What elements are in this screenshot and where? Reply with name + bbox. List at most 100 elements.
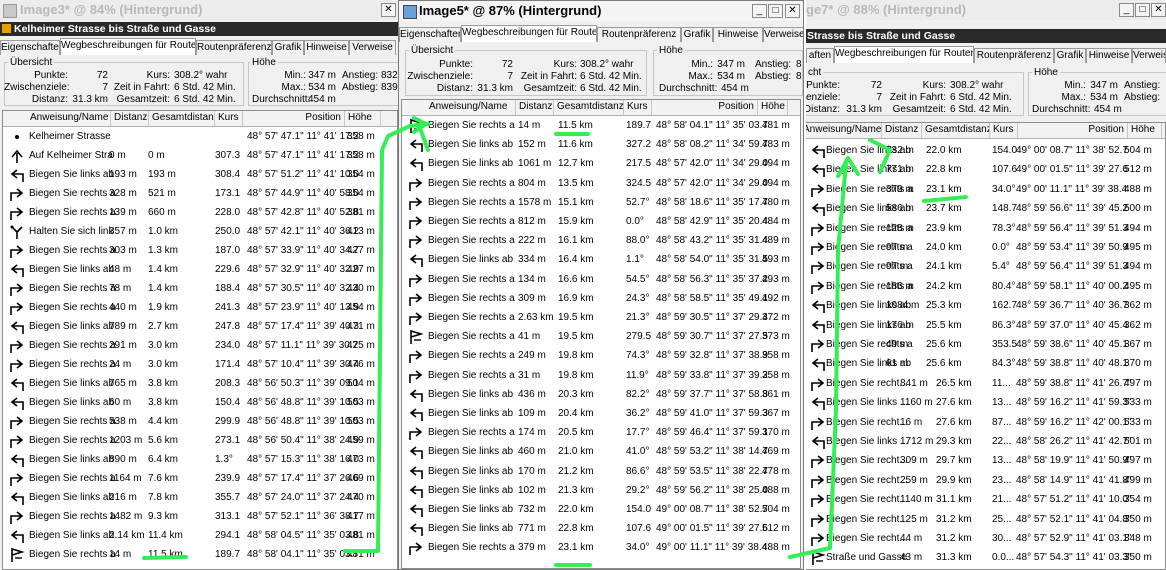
table-row[interactable]: Biegen Sie rechts a 291 m 3.0 km 234.0 48° 5… bbox=[3, 336, 397, 355]
table-row[interactable]: Biegen Sie links ab 60 m 3.8 km 150.4 48° 56… bbox=[3, 393, 397, 412]
tab-wegbeschreibungen[interactable]: Wegbeschreibungen für Routen bbox=[60, 38, 196, 55]
tab-hinweise[interactable]: Hinweise bbox=[1086, 48, 1132, 63]
table-row[interactable]: Biegen Sie rechts a 134 m 16.6 km 54.5° 48° … bbox=[402, 270, 800, 289]
table-row[interactable]: Straße und Gasse 43 m 31.3 km 0.0... 48° 57'… bbox=[806, 548, 1165, 567]
table-row[interactable]: Biegen Sie links ab 765 m 3.8 km 208.3 48° 5… bbox=[3, 374, 397, 393]
table-row[interactable]: Biegen Sie rechts a 14 m 11.5 km 189.7 48° 5… bbox=[3, 545, 397, 564]
table-row[interactable]: Biegen Sie links ab 890 m 6.4 km 1.3° 48° 57… bbox=[3, 450, 397, 469]
table-row[interactable]: Biegen Sie rechts a 41 m 19.5 km 279.5 48° 5… bbox=[402, 327, 800, 346]
table-row[interactable]: Biegen Sie rechts a 309 m 16.9 km 24.3° 48° … bbox=[402, 289, 800, 308]
table-row[interactable]: Biegen Sie rechts a 2.63 km 19.5 km 21.3° 48… bbox=[402, 308, 800, 327]
col-header-name[interactable]: Anweisung/Name bbox=[426, 100, 516, 115]
table-row[interactable]: Biegen Sie rechts a 222 m 16.1 km 88.0° 48° … bbox=[402, 231, 800, 250]
tab-routenpraeferenz[interactable]: Routenpräferenz bbox=[597, 27, 681, 42]
tab-grafik[interactable]: Grafik bbox=[272, 40, 304, 55]
table-row[interactable]: Biegen Sie rechts a 49 m 25.6 km 353.5 48° 5… bbox=[806, 335, 1165, 354]
table-row[interactable]: Biegen Sie links ... 1712 m 29.3 km 22... 48… bbox=[806, 432, 1165, 451]
table-row[interactable]: Biegen Sie rechts a 97 m 24.0 km 0.0° 48° 59… bbox=[806, 238, 1165, 257]
table-row[interactable]: Biegen Sie rechts a 379 m 23.1 km 34.0° 49° … bbox=[402, 538, 800, 557]
col-header-position[interactable]: Position bbox=[652, 100, 758, 115]
table-row[interactable]: Biegen Sie rechts a 440 m 1.9 km 241.3 48° 5… bbox=[3, 298, 397, 317]
table-row[interactable]: Biegen Sie links ab 170 m 21.2 km 86.6° 48° … bbox=[402, 462, 800, 481]
directions-list[interactable]: Anweisung/Name Distanz Gesamtdistanz Kur… bbox=[806, 122, 1166, 570]
table-row[interactable]: Biegen Sie links ab 193 m 193 m 308.4 48° 57… bbox=[3, 165, 397, 184]
col-header-name[interactable]: Anweisung/Name bbox=[806, 123, 882, 138]
close-button[interactable]: ✕ bbox=[1151, 3, 1166, 17]
table-row[interactable]: Biegen Sie links ab 732 m 22.0 km 154.0 49° … bbox=[402, 500, 800, 519]
table-row[interactable]: Biegen Sie links ab 61 m 25.6 km 84.3° 48° 5… bbox=[806, 354, 1165, 373]
table-row[interactable]: Biegen Sie recht... 1140 m 31.1 km 21... 48°… bbox=[806, 490, 1165, 509]
table-row[interactable]: Biegen Sie rechts a 139 m 660 m 228.0 48° 57… bbox=[3, 203, 397, 222]
table-row[interactable]: Biegen Sie recht... 841 m 26.5 km 11... 48° … bbox=[806, 374, 1165, 393]
tab-hinweise[interactable]: Hinweise bbox=[713, 27, 763, 42]
table-row[interactable]: Biegen Sie links ab 102 m 21.3 km 29.2° 48° … bbox=[402, 481, 800, 500]
tab-grafik[interactable]: Grafik bbox=[1054, 48, 1086, 63]
close-button[interactable]: ✕ bbox=[381, 3, 396, 17]
table-row[interactable]: Biegen Sie rechts a 174 m 20.5 km 17.7° 48° … bbox=[402, 423, 800, 442]
tab-eigenschaften[interactable]: Eigenschaften bbox=[399, 27, 461, 42]
table-row[interactable]: Auf Kelheimer Stra 0 m0 m 307.3 48° 57' 47.… bbox=[3, 146, 397, 165]
table-row[interactable]: Biegen Sie recht... 44 m 31.2 km 30... 48° 5… bbox=[806, 529, 1165, 548]
col-header-course[interactable]: Kurs bbox=[215, 111, 243, 126]
table-row[interactable]: Biegen Sie rechts a 249 m 19.8 km 74.3° 48° … bbox=[402, 346, 800, 365]
table-row[interactable]: Biegen Sie links ab 586 m 23.7 km 148.7 48° … bbox=[806, 199, 1165, 218]
table-row[interactable]: Biegen Sie rechts a 128 m 23.9 km 78.3° 48° … bbox=[806, 219, 1165, 238]
table-row[interactable]: Biegen Sie links ab 2.14 km 11.4 km 294.1 48… bbox=[3, 526, 397, 545]
table-row[interactable]: Biegen Sie recht... 259 m 29.9 km 23... 48° … bbox=[806, 471, 1165, 490]
table-row[interactable]: Biegen Sie rechts a 24 m 3.0 km 171.4 48° 57… bbox=[3, 355, 397, 374]
table-row[interactable]: Biegen Sie rechts a 14 m 11.5 km 189.7 48° 5… bbox=[402, 116, 800, 135]
col-header-distance[interactable]: Distanz bbox=[516, 100, 554, 115]
col-header-course[interactable]: Kurs bbox=[624, 100, 652, 115]
col-header-distance[interactable]: Distanz bbox=[882, 123, 922, 138]
table-row[interactable]: Biegen Sie links ... 1160 m 27.6 km 13... 48… bbox=[806, 393, 1165, 412]
table-row[interactable]: Biegen Sie links ab 216 m 7.8 km 355.7 48° 5… bbox=[3, 488, 397, 507]
tab-grafik[interactable]: Grafik bbox=[681, 27, 713, 42]
col-header-name[interactable]: Anweisung/Name bbox=[27, 111, 111, 126]
table-row[interactable]: Biegen Sie links ab 48 m 1.4 km 229.6 48° 57… bbox=[3, 260, 397, 279]
table-row[interactable]: Biegen Sie links ab 152 m 11.6 km 327.2 48° … bbox=[402, 135, 800, 154]
tab-verweise[interactable]: Verweise bbox=[349, 40, 396, 55]
table-row[interactable]: Biegen Sie links ab 771 m 22.8 km 107.6 49° … bbox=[806, 160, 1165, 179]
col-header-position[interactable]: Position bbox=[1018, 123, 1128, 138]
minimize-button[interactable]: _ bbox=[1119, 3, 1134, 17]
col-header-course[interactable]: Kurs bbox=[990, 123, 1018, 138]
table-row[interactable]: Biegen Sie rechts a 328 m 521 m 173.1 48° 57… bbox=[3, 184, 397, 203]
table-row[interactable]: Biegen Sie rechts a 1203 m 5.6 km 273.1 48° … bbox=[3, 431, 397, 450]
maximize-button[interactable]: □ bbox=[1135, 3, 1150, 17]
table-row[interactable]: Biegen Sie rechts a 1164 m 7.6 km 239.9 48° … bbox=[3, 469, 397, 488]
table-row[interactable]: Biegen Sie links ab 1084 m 25.3 km 162.7 48°… bbox=[806, 296, 1165, 315]
tab-verweise[interactable]: Verweise bbox=[763, 27, 803, 42]
table-row[interactable]: Biegen Sie rechts a 379 m 23.1 km 34.0° 49° … bbox=[806, 180, 1165, 199]
table-row[interactable]: Biegen Sie rechts a 804 m 13.5 km 324.5 48° … bbox=[402, 174, 800, 193]
minimize-button[interactable]: _ bbox=[752, 4, 767, 18]
tab-routenpraeferenz[interactable]: Routenpräferenz bbox=[974, 48, 1054, 63]
col-header-elevation[interactable]: Höhe bbox=[1128, 123, 1162, 138]
table-row[interactable]: Biegen Sie rechts a 1578 m 15.1 km 52.7° 48°… bbox=[402, 193, 800, 212]
table-row[interactable]: Kelheimer Strasse 48° 57' 47.1" 11° 41' 1… bbox=[3, 127, 397, 146]
table-row[interactable]: Biegen Sie rechts a 303 m 1.3 km 187.0 48° 5… bbox=[3, 241, 397, 260]
maximize-button[interactable]: □ bbox=[768, 4, 783, 18]
table-row[interactable]: Biegen Sie links ab 789 m 2.7 km 247.8 48° 5… bbox=[3, 317, 397, 336]
table-row[interactable]: Biegen Sie rechts a 538 m 4.4 km 299.9 48° 5… bbox=[3, 412, 397, 431]
directions-list[interactable]: Anweisung/Name Distanz Gesamtdistanz Kur… bbox=[2, 110, 398, 570]
table-row[interactable]: Biegen Sie links ab 460 m 21.0 km 41.0° 48° … bbox=[402, 442, 800, 461]
table-row[interactable]: Biegen Sie recht... 125 m 31.2 km 25... 48° … bbox=[806, 510, 1165, 529]
table-row[interactable]: Biegen Sie links ab 732 m 22.0 km 154.0 49° … bbox=[806, 141, 1165, 160]
table-row[interactable]: Halten Sie sich link 357 m 1.0 km 250.0 48° … bbox=[3, 222, 397, 241]
table-row[interactable]: Biegen Sie links ab 1061 m 12.7 km 217.5 48°… bbox=[402, 154, 800, 173]
table-row[interactable]: Biegen Sie rechts a 97 m 24.1 km 5.4° 48° 59… bbox=[806, 257, 1165, 276]
table-row[interactable]: Biegen Sie rechts a 812 m 15.9 km 0.0° 48° 5… bbox=[402, 212, 800, 231]
tab-hinweise[interactable]: Hinweise bbox=[304, 40, 349, 55]
table-row[interactable]: Biegen Sie links ab 771 m 22.8 km 107.6 49° … bbox=[402, 519, 800, 538]
tab-eigenschaften[interactable]: Eigenschaften bbox=[0, 40, 60, 55]
tab-eigenschaften[interactable]: aften bbox=[806, 48, 834, 63]
col-header-elevation[interactable]: Höhe bbox=[345, 111, 381, 126]
table-row[interactable]: Biegen Sie rechts a 1482 m 9.3 km 313.1 48° … bbox=[3, 507, 397, 526]
table-row[interactable]: Biegen Sie links ab 109 m 20.4 km 36.2° 48° … bbox=[402, 404, 800, 423]
table-row[interactable]: Biegen Sie rechts a 31 m 19.8 km 11.9° 48° 5… bbox=[402, 366, 800, 385]
tab-verweise[interactable]: Verweise bbox=[1132, 48, 1166, 63]
table-row[interactable]: Biegen Sie rechts a 78 m 1.4 km 188.4 48° 57… bbox=[3, 279, 397, 298]
table-row[interactable]: Biegen Sie rechts a 186 m 24.2 km 80.4° 48° … bbox=[806, 277, 1165, 296]
col-header-position[interactable]: Position bbox=[243, 111, 345, 126]
tab-wegbeschreibungen[interactable]: Wegbeschreibungen für Routen bbox=[834, 46, 974, 63]
